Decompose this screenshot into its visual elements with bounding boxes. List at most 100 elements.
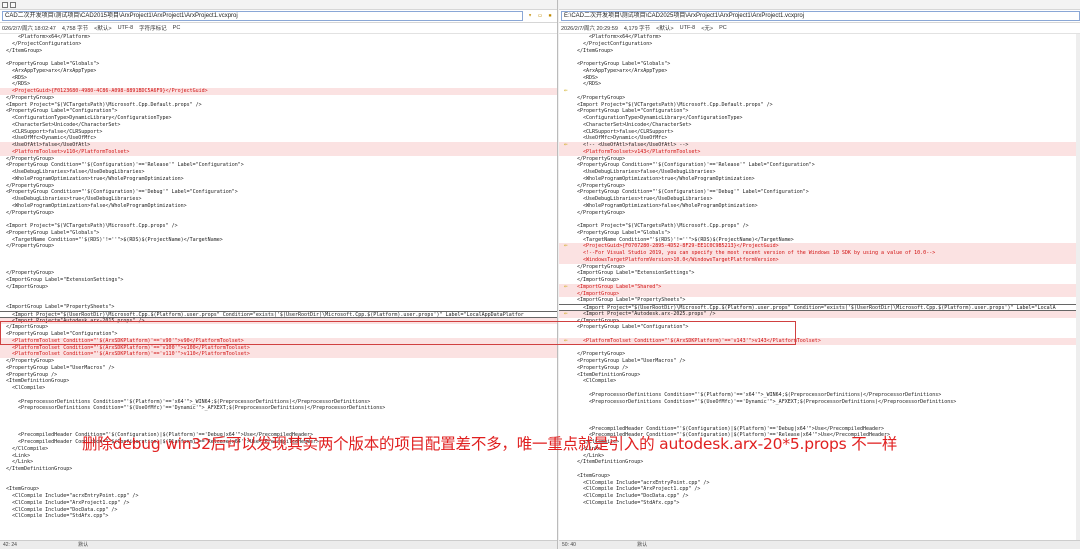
code-line[interactable]: <PropertyGroup Label="Globals"> xyxy=(559,230,1080,237)
code-line[interactable] xyxy=(559,345,1080,352)
code-line[interactable]: </PropertyGroup> xyxy=(559,156,1080,163)
code-line[interactable]: <ClCompile Include="acrxEntryPoint.cpp" … xyxy=(559,480,1080,487)
code-line[interactable] xyxy=(0,54,557,61)
left-code-view[interactable]: <Platform>x64</Platform> </ProjectConfig… xyxy=(0,34,557,540)
code-line[interactable]: <PrecompiledHeader Condition="'$(Configu… xyxy=(559,432,1080,439)
code-line[interactable] xyxy=(0,480,557,487)
right-path-input[interactable]: E:\CAD二次开发项目\测试项目\CAD2025项目\ArxProject1\… xyxy=(561,11,1080,21)
code-line[interactable] xyxy=(559,385,1080,392)
code-line[interactable]: ⇐ <ProjectGuid>{F0707280-2895-4D52-8F29-… xyxy=(559,242,1080,250)
code-line[interactable]: <ProjectGuid>{F0123680-4980-4C86-A098-88… xyxy=(0,88,557,95)
code-line[interactable]: <ImportGroup Label="ExtensionSettings"> xyxy=(0,277,557,284)
code-line[interactable]: <UseOfAtl>false</UseOfAtl> xyxy=(0,142,557,149)
right-lineending[interactable]: PC xyxy=(719,25,727,31)
code-line[interactable]: <ItemDefinitionGroup> xyxy=(559,372,1080,379)
code-line[interactable]: </RDS> xyxy=(559,81,1080,88)
code-line[interactable]: <PropertyGroup /> xyxy=(0,372,557,379)
code-line[interactable]: <RDS> xyxy=(559,75,1080,82)
code-line[interactable]: <PropertyGroup Condition="'$(Configurati… xyxy=(0,162,557,169)
code-line[interactable]: </PropertyGroup> xyxy=(0,270,557,277)
right-code-view[interactable]: <Platform>x64</Platform> </ProjectConfig… xyxy=(559,34,1080,540)
code-line[interactable]: <CharacterSet>Unicode</CharacterSet> xyxy=(0,122,557,129)
right-linebreak[interactable]: <默认> xyxy=(656,24,673,32)
code-line[interactable]: </ImportGroup> xyxy=(559,277,1080,284)
code-line[interactable]: <ArxAppType>arx</ArxAppType> xyxy=(0,68,557,75)
diff-marker-icon[interactable]: ⇐ xyxy=(564,283,568,291)
code-line[interactable] xyxy=(559,405,1080,412)
code-line[interactable]: </ImportGroup> xyxy=(559,318,1080,325)
code-line[interactable]: <Import Project="$(UserRootDir)\Microsof… xyxy=(559,304,1080,311)
code-line[interactable] xyxy=(0,264,557,271)
code-line[interactable]: <PropertyGroup /> xyxy=(559,365,1080,372)
code-line[interactable]: <Link> xyxy=(559,446,1080,453)
code-line[interactable]: ⇐ <Import Project="Autodesk.arx-2025.pro… xyxy=(559,310,1080,318)
code-line[interactable]: <PropertyGroup Label="Globals"> xyxy=(559,61,1080,68)
code-line[interactable]: </PropertyGroup> xyxy=(0,95,557,102)
right-bom[interactable]: <无> xyxy=(701,24,713,32)
code-line[interactable]: ⇐ xyxy=(559,87,1080,95)
code-line[interactable]: <Import Project="Autodesk.arx-2015.props… xyxy=(0,317,557,325)
code-line[interactable]: <UseDebugLibraries>true</UseDebugLibrari… xyxy=(0,196,557,203)
left-bom[interactable]: 字符序标记 xyxy=(139,24,167,32)
code-line[interactable]: <ImportGroup Label="ExtensionSettings"> xyxy=(559,270,1080,277)
code-line[interactable]: <PreprocessorDefinitions Condition="'$(U… xyxy=(0,405,557,412)
code-line[interactable]: </ImportGroup> xyxy=(0,284,557,291)
right-encoding[interactable]: UTF-8 xyxy=(680,25,696,31)
code-line[interactable]: </ItemGroup> xyxy=(559,48,1080,55)
code-line[interactable]: <UseDebugLibraries>true</UseDebugLibrari… xyxy=(559,196,1080,203)
code-line[interactable]: <ClCompile Include="StdAfx.cpp"> xyxy=(559,500,1080,507)
diff-marker-icon[interactable]: ⇐ xyxy=(564,337,568,345)
code-line[interactable]: <ArxAppType>arx</ArxAppType> xyxy=(559,68,1080,75)
code-line[interactable]: <PreprocessorDefinitions Condition="'$(P… xyxy=(559,392,1080,399)
code-line[interactable]: <ClCompile> xyxy=(0,385,557,392)
code-line[interactable]: <PropertyGroup Label="Configuration"> xyxy=(0,331,557,338)
code-line[interactable]: <Platform>x64</Platform> xyxy=(0,34,557,41)
code-line[interactable]: <ClCompile Include="acrxEntryPoint.cpp" … xyxy=(0,493,557,500)
code-line[interactable]: </RDS> xyxy=(0,81,557,88)
code-line[interactable]: <PreprocessorDefinitions Condition="'$(U… xyxy=(559,399,1080,406)
code-line[interactable]: </PropertyGroup> xyxy=(559,264,1080,271)
code-line[interactable] xyxy=(559,54,1080,61)
code-line[interactable]: <WholeProgramOptimization>false</WholePr… xyxy=(559,203,1080,210)
code-line[interactable]: <PrecompiledHeader Condition="'$(Configu… xyxy=(0,432,557,439)
code-line[interactable]: <ItemGroup> xyxy=(0,486,557,493)
pin-icon[interactable] xyxy=(10,2,16,8)
code-line[interactable]: <ConfigurationType>DynamicLibrary</Confi… xyxy=(0,115,557,122)
code-line[interactable]: </PropertyGroup> xyxy=(559,95,1080,102)
code-line[interactable]: <Link> xyxy=(0,453,557,460)
code-line[interactable]: <PropertyGroup Label="Globals"> xyxy=(0,61,557,68)
code-line[interactable]: <WholeProgramOptimization>true</WholePro… xyxy=(0,176,557,183)
code-line[interactable]: <PlatformToolset Condition="'$(ArxSDKPla… xyxy=(0,351,557,358)
code-line[interactable]: </ItemGroup> xyxy=(0,48,557,55)
code-line[interactable]: ⇐ <PlatformToolset Condition="'$(ArxSDKP… xyxy=(559,337,1080,345)
dropdown-icon[interactable]: ▾ xyxy=(526,12,534,20)
code-line[interactable] xyxy=(559,216,1080,223)
code-line[interactable]: <WholeProgramOptimization>true</WholePro… xyxy=(559,176,1080,183)
code-line[interactable]: <PlatformToolset Condition="'$(ArxSDKPla… xyxy=(0,337,557,345)
code-line[interactable]: <UseOfMfc>Dynamic</UseOfMfc> xyxy=(559,135,1080,142)
code-line[interactable]: <ImportGroup Label="PropertySheets"> xyxy=(0,304,557,311)
code-line[interactable]: </PropertyGroup> xyxy=(0,183,557,190)
code-line[interactable] xyxy=(0,257,557,264)
code-line[interactable] xyxy=(0,291,557,298)
code-line[interactable]: </ImportGroup> xyxy=(559,290,1080,298)
left-linebreak[interactable]: <默认> xyxy=(94,24,111,32)
save-icon[interactable]: ▪ xyxy=(546,12,554,20)
left-path-input[interactable]: CAD二次开发项目\测试项目\CAD2015项目\ArxProject1\Arx… xyxy=(2,11,523,21)
code-line[interactable]: <!--For Visual Studio 2019, you can spec… xyxy=(559,250,1080,257)
code-line[interactable]: <ClCompile Include="DocData.cpp" /> xyxy=(0,507,557,514)
code-line[interactable] xyxy=(0,250,557,257)
code-line[interactable]: <ConfigurationType>DynamicLibrary</Confi… xyxy=(559,115,1080,122)
code-line[interactable]: </PropertyGroup> xyxy=(0,210,557,217)
code-line[interactable] xyxy=(559,419,1080,426)
code-line[interactable]: <CharacterSet>Unicode</CharacterSet> xyxy=(559,122,1080,129)
code-line[interactable]: <PropertyGroup Label="Configuration"> xyxy=(559,108,1080,115)
code-line[interactable]: </PropertyGroup> xyxy=(0,358,557,365)
code-line[interactable]: <PropertyGroup Label="Globals"> xyxy=(0,230,557,237)
code-line[interactable]: </PropertyGroup> xyxy=(559,210,1080,217)
code-line[interactable]: ⇐ <ImportGroup Label="Shared"> xyxy=(559,283,1080,291)
diff-marker-icon[interactable]: ⇐ xyxy=(564,310,568,318)
code-line[interactable]: <TargetName Condition="'$(RDS)'!=''">$(R… xyxy=(0,237,557,244)
code-line[interactable]: <PropertyGroup Label="Configuration"> xyxy=(559,324,1080,331)
code-line[interactable] xyxy=(0,412,557,419)
